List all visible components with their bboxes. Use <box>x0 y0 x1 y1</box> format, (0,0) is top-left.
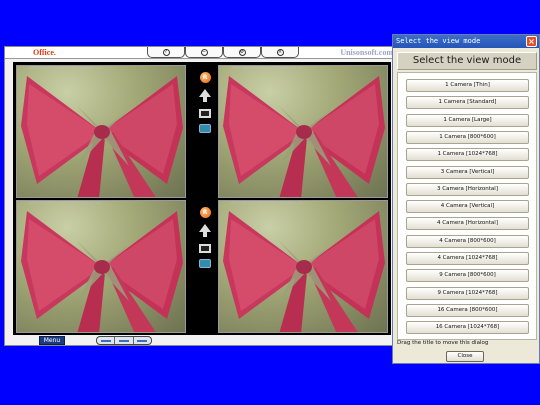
brand-left-text: Office. <box>33 48 56 57</box>
monitor-icon[interactable] <box>199 109 211 118</box>
camera-icon[interactable] <box>199 259 211 268</box>
close-icon: × <box>276 48 284 56</box>
stop-button[interactable] <box>115 337 134 344</box>
brand-right-text: Unisonsoft.com <box>340 48 393 57</box>
prev-button[interactable] <box>97 337 116 344</box>
record-icon[interactable]: R <box>199 72 211 83</box>
next-arrow-icon <box>137 339 148 342</box>
dialog-title: Select the view mode <box>396 37 481 45</box>
prev-arrow-icon <box>100 339 111 342</box>
navigation-bar <box>96 336 152 345</box>
close-button[interactable]: Close <box>446 351 484 362</box>
view-mode-button[interactable]: 16 Camera [1024*768] <box>406 321 529 335</box>
view-mode-button[interactable]: 4 Camera [Horizontal] <box>406 217 529 231</box>
stop-icon <box>118 339 129 342</box>
view-mode-button[interactable]: 4 Camera [Vertical] <box>406 200 529 214</box>
minimize-icon: − <box>200 48 208 56</box>
camera-timestamp: 2007/05/21 15:45:21 (Camera 3) <box>29 202 102 206</box>
camera-timestamp: 2007/05/21 15:45:21 (Camera 2) <box>231 67 304 71</box>
camera-view-1[interactable]: 2007/05/21 15:45:21 (Camera 1) <box>16 65 186 198</box>
camera-view-3[interactable]: 2007/05/21 15:45:21 (Camera 3) <box>16 200 186 333</box>
view-mode-button[interactable]: 9 Camera [1024*768] <box>406 286 529 300</box>
camera-timestamp: 2007/05/21 15:45:21 (Camera 4) <box>231 202 304 206</box>
mode-list: 1 Camera [Thin] 1 Camera [Standard] 1 Came… <box>397 72 537 340</box>
view-mode-button[interactable]: 4 Camera [1024*768] <box>406 252 529 265</box>
view-mode-button[interactable]: 1 Camera [800*600] <box>406 130 529 144</box>
camera-viewer-window: Office. ? − ⚙ × Unisonsoft.com 2007/05/2… <box>4 46 396 346</box>
record-icon[interactable]: R <box>199 207 211 218</box>
camera-grid: 2007/05/21 15:45:21 (Camera 1) 2007/05/2… <box>13 62 391 335</box>
close-app-button[interactable]: × <box>261 47 299 58</box>
monitor-icon[interactable] <box>199 244 211 253</box>
view-mode-button[interactable]: 1 Camera [Large] <box>406 113 529 127</box>
camera-tools-bottom: R <box>195 207 215 268</box>
view-mode-button[interactable]: 1 Camera [1024*768] <box>406 148 529 162</box>
dialog-heading: Select the view mode <box>397 52 537 70</box>
app-top-bar: Office. ? − ⚙ × Unisonsoft.com <box>5 47 395 59</box>
help-icon: ? <box>162 48 170 56</box>
view-mode-button[interactable]: 4 Camera [800*600] <box>406 234 529 248</box>
upload-icon[interactable] <box>199 89 211 102</box>
camera-view-4[interactable]: 2007/05/21 15:45:21 (Camera 4) <box>218 200 388 333</box>
drag-hint-text: Drag the title to move this dialog <box>397 340 489 346</box>
settings-button[interactable]: ⚙ <box>223 47 261 58</box>
settings-icon: ⚙ <box>238 48 246 56</box>
bow-image <box>21 76 183 197</box>
help-button[interactable]: ? <box>147 47 185 58</box>
next-button[interactable] <box>134 337 151 344</box>
camera-view-2[interactable]: 2007/05/21 15:45:21 (Camera 2) <box>218 65 388 198</box>
minimize-button[interactable]: − <box>185 47 223 58</box>
view-mode-button[interactable]: 3 Camera [Horizontal] <box>406 182 529 196</box>
camera-tools-top: R <box>195 72 215 133</box>
bow-image <box>21 211 183 332</box>
dialog-title-bar[interactable]: Select the view mode × <box>393 35 539 48</box>
menu-button[interactable]: Menu <box>39 336 65 345</box>
view-mode-button[interactable]: 1 Camera [Thin] <box>406 79 529 92</box>
view-mode-button[interactable]: 9 Camera [800*600] <box>406 269 529 283</box>
view-mode-button[interactable]: 16 Camera [800*600] <box>406 303 529 317</box>
view-mode-button[interactable]: 3 Camera [Vertical] <box>406 165 529 179</box>
bow-image <box>223 76 385 197</box>
dialog-close-icon[interactable]: × <box>526 36 537 47</box>
view-mode-dialog: Select the view mode × Select the view m… <box>392 34 540 364</box>
upload-icon[interactable] <box>199 224 211 237</box>
view-mode-button[interactable]: 1 Camera [Standard] <box>406 96 529 110</box>
camera-icon[interactable] <box>199 124 211 133</box>
bow-image <box>223 211 385 332</box>
camera-timestamp: 2007/05/21 15:45:21 (Camera 1) <box>29 67 102 71</box>
